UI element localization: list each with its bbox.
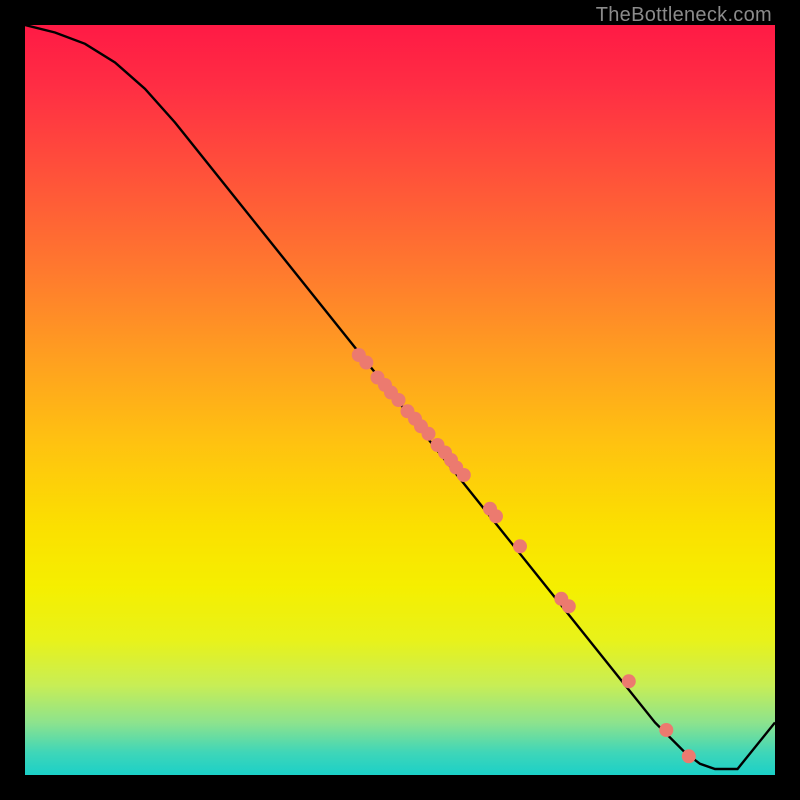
scatter-points xyxy=(352,348,696,763)
data-point xyxy=(562,599,576,613)
data-point xyxy=(457,468,471,482)
chart-frame: TheBottleneck.com xyxy=(0,0,800,800)
data-point xyxy=(513,539,527,553)
watermark-text: TheBottleneck.com xyxy=(596,4,772,27)
data-point xyxy=(659,723,673,737)
data-point xyxy=(392,393,406,407)
data-point xyxy=(359,356,373,370)
data-point xyxy=(682,749,696,763)
data-point xyxy=(489,509,503,523)
plot-area xyxy=(25,25,775,775)
curve-layer xyxy=(25,25,775,775)
data-point xyxy=(622,674,636,688)
data-point xyxy=(422,427,436,441)
